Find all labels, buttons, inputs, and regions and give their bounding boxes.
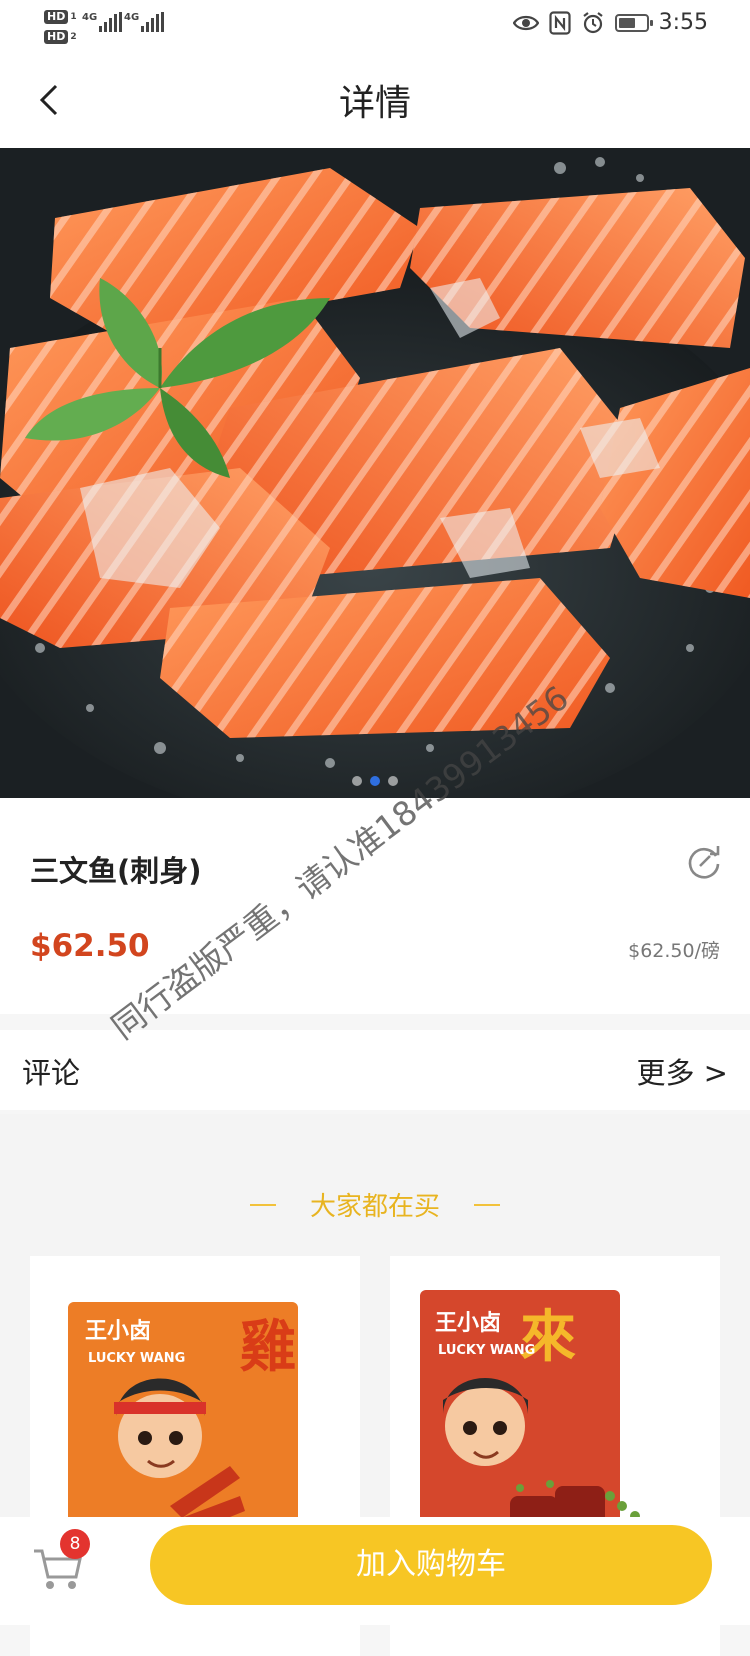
package-brand-en: LUCKY WANG [88,1351,185,1366]
comments-more-link[interactable]: 更多 > [636,1050,728,1092]
carousel-dot[interactable] [352,776,362,786]
unit-price: $62.50/磅 [628,940,720,962]
package-side-text: 來 [520,1305,576,1370]
comments-title: 评论 [22,1056,81,1090]
share-icon [688,846,720,879]
divider [249,1203,276,1206]
signal-bars-icon [99,12,123,32]
carousel-dots [0,776,750,786]
salmon-sashimi-photo [0,148,750,798]
nfc-icon [548,10,571,35]
eye-icon [512,15,539,30]
battery-level [618,17,635,28]
product-name: 三文鱼(刺身) [30,854,202,888]
battery-icon [614,13,653,32]
signal-2: 4G [124,12,165,32]
alarm-icon [582,11,603,33]
signal-bars-icon [141,12,165,32]
package-side-text: 雞 [240,1315,296,1380]
page-title: 详情 [338,83,411,124]
share-button[interactable] [684,842,724,882]
add-to-cart-button[interactable]: 加入购物车 [150,1525,712,1605]
recommendations-heading: 大家都在买 [0,1186,750,1223]
divider [474,1203,500,1206]
bottom-action-bar: 8 加入购物车 [0,1517,750,1625]
network-type: 4G [124,12,140,23]
signal-1: 4G [82,12,123,32]
package-brand-en: LUCKY WANG [438,1343,535,1358]
product-price: $62.50 [30,928,150,964]
sim-indicators: HD 1 HD 2 [44,8,77,48]
carousel-dot[interactable] [388,776,398,786]
cart-count-badge: 8 [60,1529,90,1559]
product-info: 三文鱼(刺身) $62.50 $62.50/磅 [0,798,750,1014]
product-image-carousel[interactable] [0,148,750,798]
clock: 3:55 [658,10,708,35]
sim-number: 2 [70,32,77,42]
comments-row: 评论 更多 > [0,1030,750,1110]
carousel-dot-active[interactable] [370,776,380,786]
recommendations-title: 大家都在买 [309,1192,440,1222]
nav-bar: 详情 [0,52,750,148]
hd-icon: HD [44,10,69,24]
status-right: 3:55 [512,10,708,35]
hd-icon: HD [44,30,69,44]
network-type: 4G [82,12,98,23]
status-bar: HD 1 HD 2 4G 4G 3:55 [0,0,750,52]
sim-number: 1 [70,12,77,22]
package-brand: 王小卤 [435,1310,501,1336]
package-brand: 王小卤 [85,1318,151,1344]
